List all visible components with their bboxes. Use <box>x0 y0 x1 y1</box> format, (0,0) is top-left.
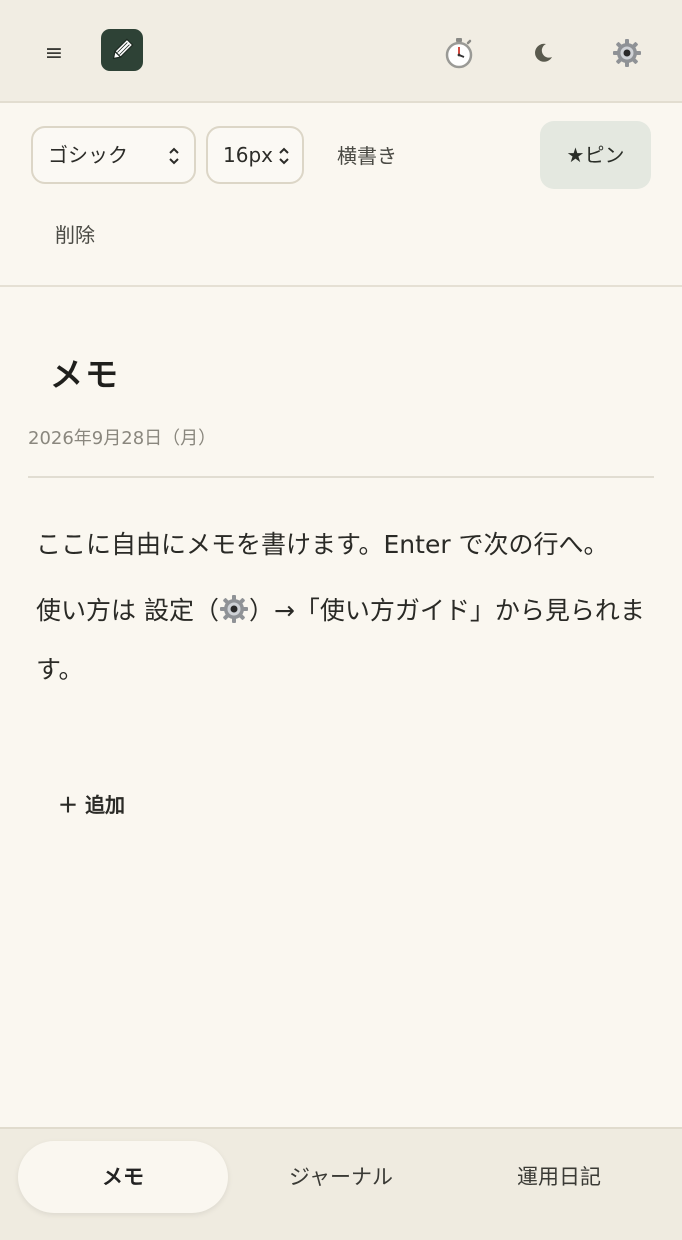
divider <box>28 476 654 478</box>
gear-icon[interactable] <box>607 33 647 73</box>
font-size-value: 16px <box>223 143 273 167</box>
stopwatch-icon[interactable] <box>439 33 479 73</box>
pencil-icon[interactable] <box>101 29 143 71</box>
tab-memo[interactable]: メモ <box>18 1141 228 1213</box>
memo-app: ≡ ゴシック 16px 横書き ★ピン 削除 メモ 2026年9月28日（月） … <box>0 0 682 1240</box>
memo-title[interactable]: メモ <box>50 348 120 396</box>
memo-body[interactable]: ここに自由にメモを書けます。Enter で次の行へ。 使い方は 設定（ ）→「使… <box>36 518 651 709</box>
chevron-updown-icon <box>279 147 289 165</box>
font-size-select[interactable]: 16px <box>206 126 304 184</box>
memo-line-text: 使い方は 設定（ <box>36 596 219 625</box>
pin-button[interactable]: ★ピン <box>540 121 651 189</box>
chevron-updown-icon <box>169 147 179 165</box>
editor-toolbar: ゴシック 16px 横書き ★ピン 削除 <box>0 103 682 287</box>
add-button[interactable]: ＋ 追加 <box>58 790 125 820</box>
memo-date: 2026年9月28日（月） <box>28 428 217 449</box>
memo-line: 使い方は 設定（ ）→「使い方ガイド」から見られます。 <box>36 584 651 697</box>
menu-icon[interactable]: ≡ <box>38 36 70 72</box>
tab-journal[interactable]: ジャーナル <box>236 1141 446 1213</box>
moon-icon[interactable] <box>523 33 563 73</box>
font-family-value: ゴシック <box>48 143 128 167</box>
writing-mode-button[interactable]: 横書き <box>337 141 397 171</box>
gear-icon <box>219 589 249 643</box>
memo-line: ここに自由にメモを書けます。Enter で次の行へ。 <box>36 530 609 559</box>
tab-operation-diary[interactable]: 運用日記 <box>454 1141 664 1213</box>
top-header: ≡ <box>0 0 682 103</box>
bottom-tab-bar: メモ ジャーナル 運用日記 <box>0 1127 682 1240</box>
delete-button[interactable]: 削除 <box>55 220 95 250</box>
font-family-select[interactable]: ゴシック <box>31 126 196 184</box>
